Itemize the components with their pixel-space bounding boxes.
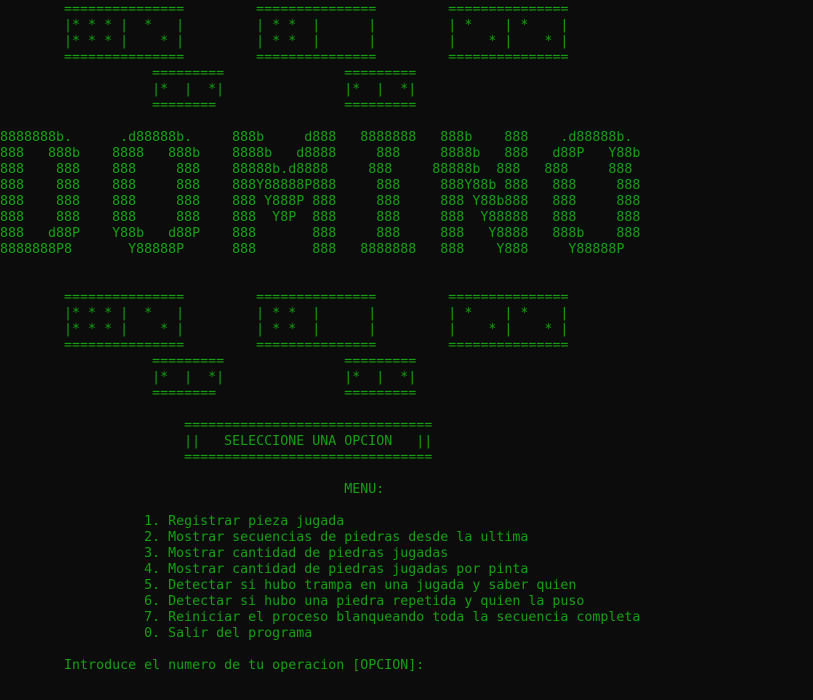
ascii-art-line: =============== =============== ========… [0, 290, 569, 305]
domino-logo-line: 888 888 888 888 88888b.d8888 888 88888b … [0, 162, 633, 177]
domino-logo-line: 8888888P8 Y88888P 888 888 8888888 888 Y8… [0, 242, 625, 257]
domino-logo-line: 8888888b. .d88888b. 888b d888 8888888 88… [0, 130, 633, 145]
menu-item-7: 7. Reiniciar el proceso blanqueando toda… [0, 610, 641, 625]
ascii-art-line: =============== =============== ========… [0, 2, 569, 17]
menu-item-4: 4. Mostrar cantidad de piedras jugadas p… [0, 562, 529, 577]
ascii-art-line: =============== =============== ========… [0, 50, 569, 65]
menu-item-3: 3. Mostrar cantidad de piedras jugadas [0, 546, 449, 561]
menu-title: MENU: [0, 482, 385, 497]
domino-logo-line: 888 888 888 888 888 Y888P 888 888 888 Y8… [0, 194, 641, 209]
ascii-art-line: =============== =============== ========… [0, 338, 569, 353]
ascii-art-line: |* | *| |* | *| [0, 370, 417, 385]
terminal-window[interactable]: =============== =============== ========… [0, 0, 813, 700]
menu-item-1: 1. Registrar pieza jugada [0, 514, 345, 529]
domino-logo-line: 888 d88P Y88b d88P 888 888 888 888 Y8888… [0, 226, 641, 241]
banner-border-top: =============================== [0, 418, 433, 433]
ascii-art-line: |* * * | * | | * * | | | * | * | [0, 322, 569, 337]
domino-logo-line: 888 888 888 888 888Y88888P888 888 888Y88… [0, 178, 641, 193]
domino-logo-line: 888 888b 8888 888b 8888b d8888 888 8888b… [0, 146, 641, 161]
ascii-art-line: ========= ========= [0, 354, 417, 369]
banner-title: || SELECCIONE UNA OPCION || [0, 434, 433, 449]
domino-logo-line: 888 888 888 888 888 Y8P 888 888 888 Y888… [0, 210, 641, 225]
menu-item-2: 2. Mostrar secuencias de piedras desde l… [0, 530, 529, 545]
input-prompt[interactable]: Introduce el numero de tu operacion [OPC… [0, 658, 424, 674]
menu-item-6: 6. Detectar si hubo una piedra repetida … [0, 594, 585, 609]
ascii-art-line: ======== ========= [0, 386, 417, 401]
ascii-art-line: |* * * | * | | * * | | | * | * | [0, 306, 569, 321]
banner-border-bottom: =============================== [0, 450, 433, 465]
ascii-art-line: |* * * | * | | * * | | | * | * | [0, 18, 569, 33]
menu-item-5: 5. Detectar si hubo trampa en una jugada… [0, 578, 577, 593]
ascii-art-line: ======== ========= [0, 98, 417, 113]
ascii-art-line: ========= ========= [0, 66, 417, 81]
ascii-art-line: |* | *| |* | *| [0, 82, 417, 97]
ascii-art-line: |* * * | * | | * * | | | * | * | [0, 34, 569, 49]
menu-item-0: 0. Salir del programa [0, 626, 313, 641]
